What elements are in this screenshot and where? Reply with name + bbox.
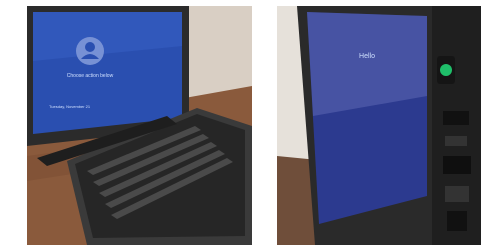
screen-title: Hello xyxy=(359,53,375,60)
screen-greeting: Choose action below xyxy=(67,73,114,79)
photo-tablet-keyboard: Choose action below Tuesday, November 21 xyxy=(27,6,252,245)
power-button-icon xyxy=(440,64,452,76)
tablet-keyboard-illustration: Choose action below Tuesday, November 21 xyxy=(27,6,252,245)
photo-tablet-side: Hello xyxy=(277,6,481,245)
screen-date: Tuesday, November 21 xyxy=(49,104,91,109)
tablet-side-illustration: Hello xyxy=(277,6,481,245)
